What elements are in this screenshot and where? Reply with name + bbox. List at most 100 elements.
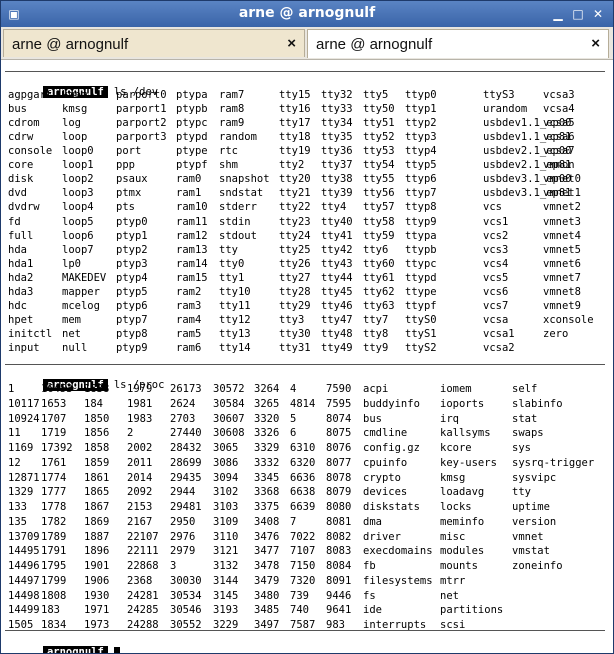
dev-entry: ptyp2 — [116, 243, 148, 256]
dev-entry: tty5 — [363, 89, 389, 101]
proc-entry: 30572 — [213, 383, 245, 395]
proc-entry: 7150 — [290, 560, 316, 572]
proc-entry: meminfo — [440, 515, 485, 528]
prompt-separator — [5, 364, 605, 365]
dev-entry: ptmx — [116, 187, 142, 200]
dev-entry: loop6 — [62, 229, 94, 242]
maximize-icon[interactable]: □ — [571, 7, 585, 21]
proc-entry: 8083 — [326, 545, 352, 558]
proc-entry: 1774 — [41, 471, 67, 484]
dev-entry: vmnet5 — [543, 243, 581, 256]
dev-entry: tty1 — [219, 271, 245, 284]
dev-entry: tty41 — [321, 229, 353, 242]
proc-entry: 1869 — [84, 515, 110, 528]
prompt-current[interactable]: arnognulf — [5, 633, 120, 653]
dev-entry: ttype — [405, 285, 437, 298]
dev-entry: ttyp9 — [405, 215, 437, 228]
dev-entry: dvd — [8, 187, 27, 200]
tab-2[interactable]: arne @ arnognulf × — [307, 29, 609, 58]
dev-entry: vcsa7 — [543, 145, 575, 158]
proc-entry: 2 — [127, 427, 134, 440]
dev-entry: log — [62, 117, 81, 130]
dev-entry: vmnet0 — [543, 173, 581, 186]
tab-1[interactable]: arne @ arnognulf × — [3, 29, 305, 57]
proc-entry: 7595 — [326, 397, 352, 410]
dev-entry: tty55 — [363, 173, 395, 186]
proc-entry: misc — [440, 530, 466, 543]
dev-entry: ptypb — [176, 103, 208, 116]
proc-entry: 3094 — [213, 471, 239, 484]
dev-entry: tty11 — [219, 299, 251, 312]
dev-entry: tty7 — [363, 313, 389, 326]
dev-entry: tty35 — [321, 131, 353, 144]
dev-entry: vmmon — [543, 159, 575, 172]
dev-entry: tty24 — [279, 229, 311, 242]
dev-entry: vcsa5 — [543, 117, 575, 130]
minimize-icon[interactable]: ▁ — [551, 7, 565, 21]
dev-entry: rtc — [219, 145, 238, 158]
proc-entry: 10117 — [8, 397, 40, 410]
dev-entry: vcs2 — [483, 229, 509, 242]
proc-entry: zoneinfo — [512, 560, 563, 572]
terminal-area[interactable]: arnognulf ls /dev agpgart bus cdrom cdrw cons… — [1, 60, 613, 653]
dev-entry: ptyp4 — [116, 271, 148, 284]
dev-entry: tty25 — [279, 243, 311, 256]
prompt-proc: arnognulf ls /proc — [5, 366, 164, 391]
dev-entry: ttyp1 — [405, 103, 437, 116]
dev-entry: tty8 — [363, 328, 389, 341]
proc-entry: 3408 — [254, 515, 280, 528]
dev-entry: initctl — [8, 328, 53, 341]
proc-entry: net — [440, 589, 459, 602]
dev-entry: vcs6 — [483, 285, 509, 298]
dev-entry: fd — [8, 215, 21, 228]
proc-entry: 8082 — [326, 530, 352, 543]
proc-entry: buddyinfo — [363, 397, 420, 410]
proc-entry: 1653 — [41, 397, 67, 410]
proc-entry: 3368 — [254, 486, 280, 499]
dev-entry: tty17 — [279, 117, 311, 130]
proc-entry: 5 — [290, 412, 297, 425]
close-window-icon[interactable]: ✕ — [591, 7, 605, 21]
dev-entry: sndstat — [219, 187, 264, 200]
dev-entry: ptyp3 — [116, 257, 148, 270]
dev-entry: tty15 — [279, 89, 311, 101]
proc-entry: 1906 — [84, 574, 110, 587]
proc-entry: 1799 — [41, 574, 67, 587]
tab-2-close-icon[interactable]: × — [591, 35, 600, 52]
dev-entry: ttyS0 — [405, 313, 437, 326]
title-bar[interactable]: ▣ arne @ arnognulf ▁ □ ✕ — [1, 1, 613, 27]
proc-entry: swaps — [512, 427, 544, 440]
proc-entry: iomem — [440, 383, 472, 395]
dev-entry: ptyp0 — [116, 215, 148, 228]
proc-entry: 30534 — [170, 589, 202, 602]
dev-entry: tty49 — [321, 342, 353, 355]
proc-entry: filesystems — [363, 574, 433, 587]
proc-entry: 2976 — [170, 530, 196, 543]
dev-entry: ram3 — [176, 299, 202, 312]
proc-entry: 3102 — [213, 486, 239, 499]
dev-entry: tty21 — [279, 187, 311, 200]
proc-entry: 17392 — [41, 442, 73, 454]
proc-entry: 16453 — [41, 383, 73, 395]
proc-entry: 3477 — [254, 545, 280, 558]
proc-entry: 10924 — [8, 412, 40, 425]
dev-entry: tty34 — [321, 117, 353, 130]
proc-entry: 739 — [290, 589, 309, 602]
dev-entry: ttyp4 — [405, 145, 437, 158]
tab-1-close-icon[interactable]: × — [287, 35, 296, 52]
proc-entry: crypto — [363, 471, 401, 484]
proc-entry: 3193 — [213, 604, 239, 617]
proc-entry: 1867 — [84, 501, 110, 513]
proc-entry: 3145 — [213, 589, 239, 602]
proc-entry: 24281 — [127, 589, 159, 602]
proc-entry: acpi — [363, 383, 389, 395]
dev-entry: mapper — [62, 285, 100, 298]
dev-entry: ttypf — [405, 299, 437, 312]
dev-entry: ram10 — [176, 201, 208, 214]
dev-entry: vcs5 — [483, 271, 509, 284]
dev-entry: parport0 — [116, 89, 167, 101]
proc-entry: 8078 — [326, 471, 352, 484]
proc-entry: 8091 — [326, 574, 352, 587]
proc-entry: irq — [440, 412, 459, 425]
proc-entry: 2092 — [127, 486, 153, 499]
